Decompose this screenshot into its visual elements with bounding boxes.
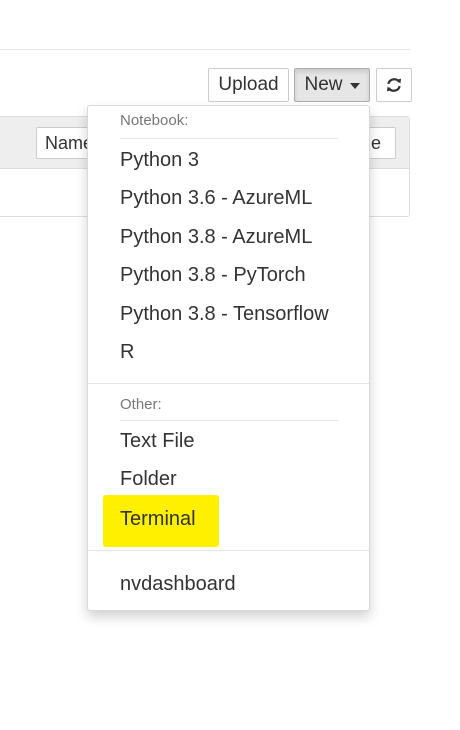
new-dropdown-menu: Notebook: Python 3 Python 3.6 - AzureML … — [87, 105, 370, 611]
menu-item-r[interactable]: R — [120, 340, 134, 364]
menu-item-terminal[interactable]: Terminal — [120, 507, 196, 531]
caret-down-icon — [349, 83, 360, 89]
sort-name-label: Name — [45, 132, 94, 153]
other-section-header: Other: — [120, 396, 162, 413]
new-dropdown-button[interactable]: New — [294, 68, 370, 102]
notebook-section-header: Notebook: — [120, 112, 189, 129]
refresh-icon — [386, 78, 402, 92]
upload-button-label: Upload — [218, 74, 279, 95]
menu-item-python-3[interactable]: Python 3 — [120, 148, 199, 172]
menu-item-nvdashboard[interactable]: nvdashboard — [120, 572, 236, 596]
other-header-rule — [120, 420, 338, 421]
upload-button[interactable]: Upload — [208, 68, 289, 102]
refresh-button[interactable] — [376, 68, 412, 102]
header-divider — [0, 49, 410, 50]
menu-item-python-38-azureml[interactable]: Python 3.8 - AzureML — [120, 225, 312, 249]
menu-item-python-36-azureml[interactable]: Python 3.6 - AzureML — [120, 186, 312, 210]
new-button-label: New — [304, 74, 343, 95]
menu-divider — [88, 550, 369, 551]
menu-divider — [88, 383, 369, 384]
menu-item-python-38-tensorflow[interactable]: Python 3.8 - Tensorflow — [120, 302, 329, 326]
menu-item-text-file[interactable]: Text File — [120, 429, 194, 453]
notebook-header-rule — [120, 138, 338, 139]
menu-item-folder[interactable]: Folder — [120, 467, 177, 491]
menu-item-python-38-pytorch[interactable]: Python 3.8 - PyTorch — [120, 263, 306, 287]
